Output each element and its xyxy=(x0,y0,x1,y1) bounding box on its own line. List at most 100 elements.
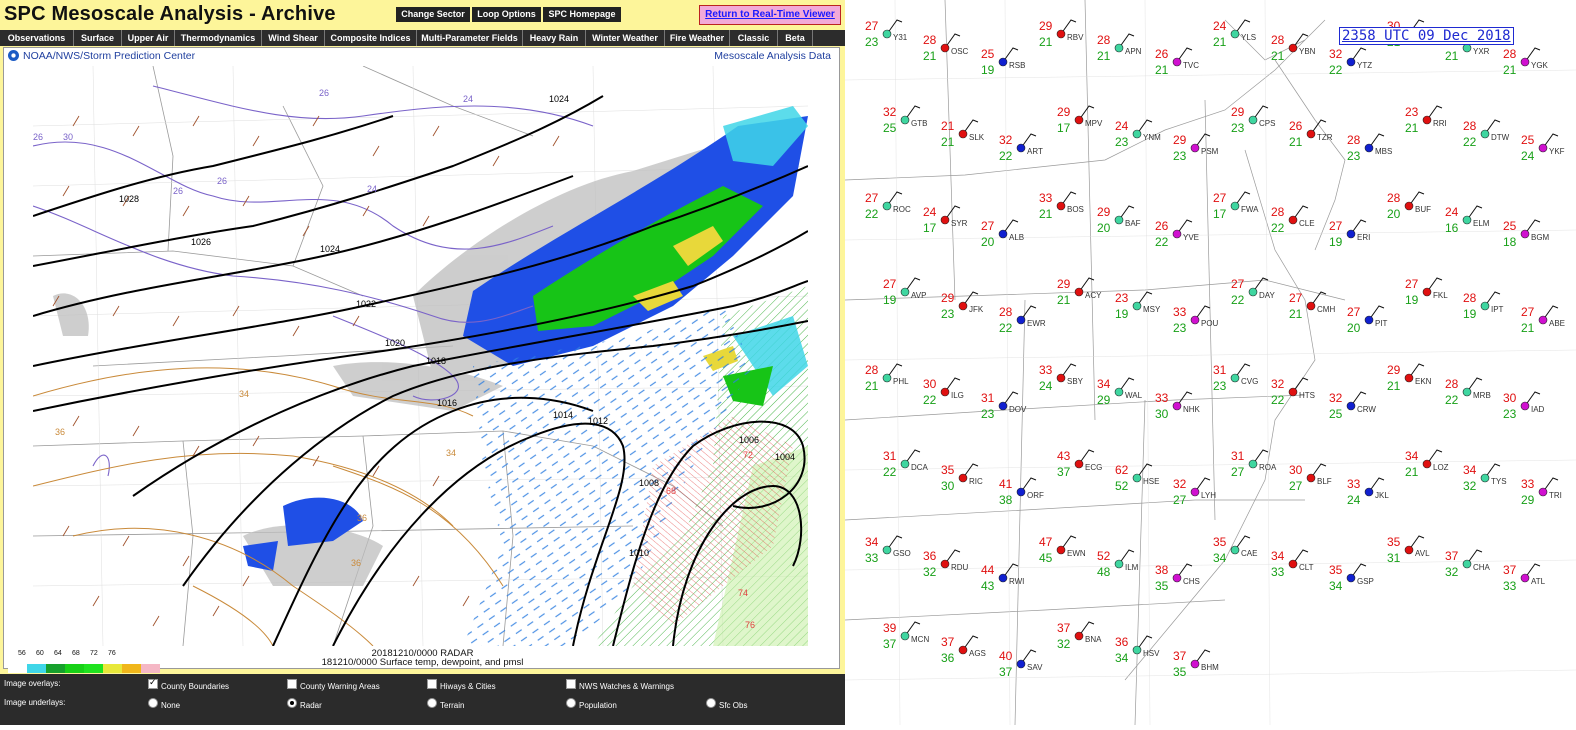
overlay-label: Hiways & Cities xyxy=(440,682,496,691)
menu-winter-weather[interactable]: Winter Weather xyxy=(586,30,665,46)
station-dewpoint: 23 xyxy=(1231,121,1245,135)
spc-homepage-button[interactable]: SPC Homepage xyxy=(543,7,621,22)
station-plot: 24 23 YNM xyxy=(1115,119,1161,149)
station-sky-cover xyxy=(940,43,950,53)
station-plot: 32 22 YTZ xyxy=(1329,47,1372,77)
station-id: EWN xyxy=(1067,549,1086,558)
underlay-terrain-radio[interactable] xyxy=(427,698,437,708)
station-plot: 27 21 ABE xyxy=(1521,305,1565,335)
station-temperature: 25 xyxy=(1521,133,1535,147)
station-plot: 28 21 PHL xyxy=(865,363,909,393)
station-sky-cover xyxy=(940,215,950,225)
station-sky-cover xyxy=(1132,645,1142,655)
station-sky-cover xyxy=(1480,473,1490,483)
station-dewpoint: 22 xyxy=(1329,63,1343,77)
hiways-cities-checkbox[interactable] xyxy=(427,679,437,689)
station-plot: 21 21 SLK xyxy=(941,119,985,149)
menu-classic[interactable]: Classic xyxy=(730,30,778,46)
county-warning-areas-checkbox[interactable] xyxy=(287,679,297,689)
station-sky-cover xyxy=(1288,559,1298,569)
station-id: TRI xyxy=(1549,491,1562,500)
station-sky-cover xyxy=(882,201,892,211)
station-id: DAY xyxy=(1259,291,1276,300)
station-sky-cover xyxy=(1230,29,1240,39)
station-id: CAE xyxy=(1241,549,1257,558)
station-dewpoint: 23 xyxy=(1347,149,1361,163)
dewpoint-label: 24 xyxy=(367,184,377,194)
menu-observations[interactable]: Observations xyxy=(0,30,74,46)
isobar-label-1012: 1012 xyxy=(588,416,608,426)
station-temperature: 32 xyxy=(1329,391,1343,405)
change-sector-button[interactable]: Change Sector xyxy=(396,7,470,22)
menu-fire-weather[interactable]: Fire Weather xyxy=(665,30,730,46)
station-temperature: 32 xyxy=(883,105,897,119)
station-id: MPV xyxy=(1085,119,1103,128)
menu-upper-air[interactable]: Upper Air xyxy=(122,30,175,46)
station-id: YXR xyxy=(1473,47,1490,56)
menu-composite-indices[interactable]: Composite Indices xyxy=(325,30,417,46)
noaa-logo-icon xyxy=(8,50,19,61)
station-id: GTB xyxy=(911,119,927,128)
station-temperature: 43 xyxy=(1057,449,1071,463)
station-dewpoint: 19 xyxy=(883,293,897,307)
temperature-label: 34 xyxy=(239,389,249,399)
station-id: IAD xyxy=(1531,405,1545,414)
station-temperature: 28 xyxy=(1387,191,1401,205)
menu-beta[interactable]: Beta xyxy=(778,30,813,46)
station-id: Y31 xyxy=(893,33,908,42)
station-dewpoint: 20 xyxy=(1097,221,1111,235)
station-temperature: 33 xyxy=(1521,477,1535,491)
station-id: CRW xyxy=(1357,405,1376,414)
station-temperature: 32 xyxy=(1173,477,1187,491)
menu-multi-parameter-fields[interactable]: Multi-Parameter Fields xyxy=(417,30,523,46)
station-plot: 28 22 EWR xyxy=(999,305,1046,335)
station-id: AGS xyxy=(969,649,986,658)
station-temperature: 28 xyxy=(1445,377,1459,391)
station-sky-cover xyxy=(1114,559,1124,569)
mesoscale-data-link[interactable]: Mesoscale Analysis Data xyxy=(714,50,831,62)
station-sky-cover xyxy=(882,29,892,39)
station-plot: 29 20 BAF xyxy=(1097,205,1141,235)
station-sky-cover xyxy=(1016,315,1026,325)
station-dewpoint: 52 xyxy=(1115,479,1129,493)
station-plot: 27 21 CMH xyxy=(1289,291,1335,321)
menu-thermodynamics[interactable]: Thermodynamics xyxy=(175,30,262,46)
return-realtime-link[interactable]: Return to Real-Time Viewer xyxy=(699,5,841,25)
menu-wind-shear[interactable]: Wind Shear xyxy=(262,30,325,46)
station-plot: 34 32 TYS xyxy=(1463,463,1507,493)
station-temperature: 27 xyxy=(865,19,879,33)
station-sky-cover xyxy=(1172,229,1182,239)
station-id: BGM xyxy=(1531,233,1550,242)
station-id: ILM xyxy=(1125,563,1139,572)
underlay-population-radio[interactable] xyxy=(566,698,576,708)
station-id: NHK xyxy=(1183,405,1201,414)
station-id: GSO xyxy=(893,549,911,558)
station-dewpoint: 21 xyxy=(1155,63,1169,77)
station-sky-cover xyxy=(1404,545,1414,555)
station-id: FKL xyxy=(1433,291,1448,300)
menu-surface[interactable]: Surface xyxy=(74,30,122,46)
station-temperature: 28 xyxy=(1463,119,1477,133)
menu-heavy-rain[interactable]: Heavy Rain xyxy=(523,30,586,46)
station-temperature: 37 xyxy=(941,635,955,649)
station-temperature: 34 xyxy=(865,535,879,549)
station-id: LOZ xyxy=(1433,463,1449,472)
loop-options-button[interactable]: Loop Options xyxy=(472,7,541,22)
noaa-credit: NOAA/NWS/Storm Prediction Center xyxy=(8,50,195,62)
station-plot: 27 19 ERI xyxy=(1329,219,1370,249)
station-dewpoint: 22 xyxy=(1155,235,1169,249)
station-id: BUF xyxy=(1415,205,1431,214)
station-plot: 27 20 ALB xyxy=(981,219,1024,249)
county-boundaries-checkbox[interactable] xyxy=(148,677,158,689)
station-dewpoint: 24 xyxy=(1039,379,1053,393)
station-dewpoint: 20 xyxy=(1347,321,1361,335)
station-plot: 24 17 SYR xyxy=(923,205,968,235)
nws-watches-checkbox[interactable] xyxy=(566,679,576,689)
station-temperature: 36 xyxy=(923,549,937,563)
station-dewpoint: 21 xyxy=(1521,321,1535,335)
underlay-none-radio[interactable] xyxy=(148,698,158,708)
station-sky-cover xyxy=(1462,215,1472,225)
underlay-radar-radio[interactable] xyxy=(287,698,297,708)
station-dewpoint: 43 xyxy=(981,579,995,593)
underlay-sfcobs-radio[interactable] xyxy=(706,698,716,708)
